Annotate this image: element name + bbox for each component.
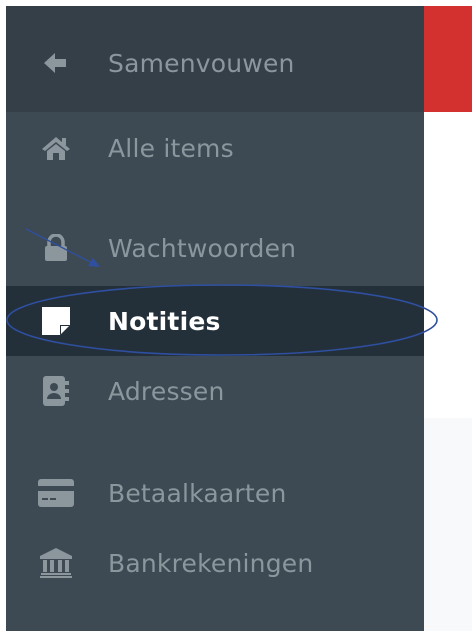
main-content-lower — [424, 418, 472, 631]
sidebar-item-label: Wachtwoorden — [108, 233, 297, 263]
collapse-button[interactable]: Samenvouwen — [6, 28, 424, 98]
sidebar-item-notities[interactable]: Notities — [6, 286, 424, 356]
bank-icon — [38, 545, 74, 581]
arrow-left-icon — [38, 45, 74, 81]
sidebar-item-betaalkaarten[interactable]: Betaalkaarten — [6, 458, 424, 528]
sidebar-item-label: Bankrekeningen — [108, 548, 314, 578]
address-book-icon — [38, 373, 74, 409]
sidebar-item-label: Alle items — [108, 133, 234, 163]
sidebar-item-label: Notities — [108, 306, 221, 336]
sidebar-item-label: Betaalkaarten — [108, 478, 287, 508]
lock-icon — [38, 230, 74, 266]
sidebar-item-wachtwoorden[interactable]: Wachtwoorden — [6, 213, 424, 283]
home-icon — [38, 130, 74, 166]
sidebar: Samenvouwen Alle items Wachtwoorden Noti… — [6, 6, 424, 631]
note-icon — [38, 303, 74, 339]
sidebar-item-adressen[interactable]: Adressen — [6, 356, 424, 426]
sidebar-item-alle-items[interactable]: Alle items — [6, 113, 424, 183]
collapse-label: Samenvouwen — [108, 48, 295, 78]
sidebar-item-bankrekeningen[interactable]: Bankrekeningen — [6, 528, 424, 598]
sidebar-item-label: Adressen — [108, 376, 225, 406]
credit-card-icon — [38, 475, 74, 511]
header-accent-bar — [424, 6, 472, 112]
